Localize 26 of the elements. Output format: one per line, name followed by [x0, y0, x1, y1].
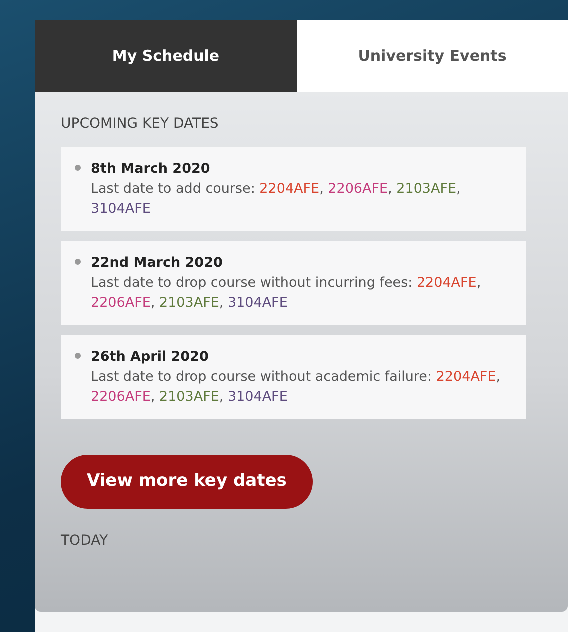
- date-text: 26th April 2020: [91, 348, 210, 367]
- tab[interactable]: University Events: [297, 20, 568, 92]
- description-text: Last date to add course: 2204AFE, 2206AFE, 2103AFE, 3104AFE: [91, 180, 462, 219]
- course-code: 2204AFE: [436, 369, 496, 385]
- course-code: 2206AFE: [91, 389, 151, 405]
- tab[interactable]: My Schedule: [35, 20, 297, 92]
- course-code: 3104AFE: [228, 389, 288, 405]
- course-code: 2103AFE: [159, 295, 220, 311]
- view-more-button[interactable]: View more key dates: [61, 455, 313, 509]
- bullet-icon: [75, 259, 81, 265]
- bullet-icon: [75, 165, 81, 171]
- course-code: 2206AFE: [91, 295, 151, 311]
- course-code: 2204AFE: [260, 181, 320, 197]
- description-text: Last date to drop course without incurring fees: 2204AFE, 2206AFE, 2103AFE, 3104AFE: [91, 274, 482, 313]
- course-code: 3104AFE: [91, 201, 151, 217]
- course-code: 2204AFE: [416, 275, 477, 291]
- section-title: UPCOMING KEY DATES: [61, 115, 220, 134]
- course-code: 2206AFE: [328, 181, 388, 197]
- course-code: 2103AFE: [159, 389, 220, 405]
- date-text: 8th March 2020: [91, 160, 212, 179]
- course-code: 3104AFE: [228, 295, 288, 311]
- section-title: TODAY: [61, 532, 110, 551]
- date-text: 22nd March 2020: [91, 254, 224, 273]
- course-code: 2103AFE: [396, 181, 457, 197]
- description-text: Last date to drop course without academic failure: 2204AFE, 2206AFE, 2103AFE, 3104AFE: [91, 368, 502, 407]
- bullet-icon: [75, 353, 81, 359]
